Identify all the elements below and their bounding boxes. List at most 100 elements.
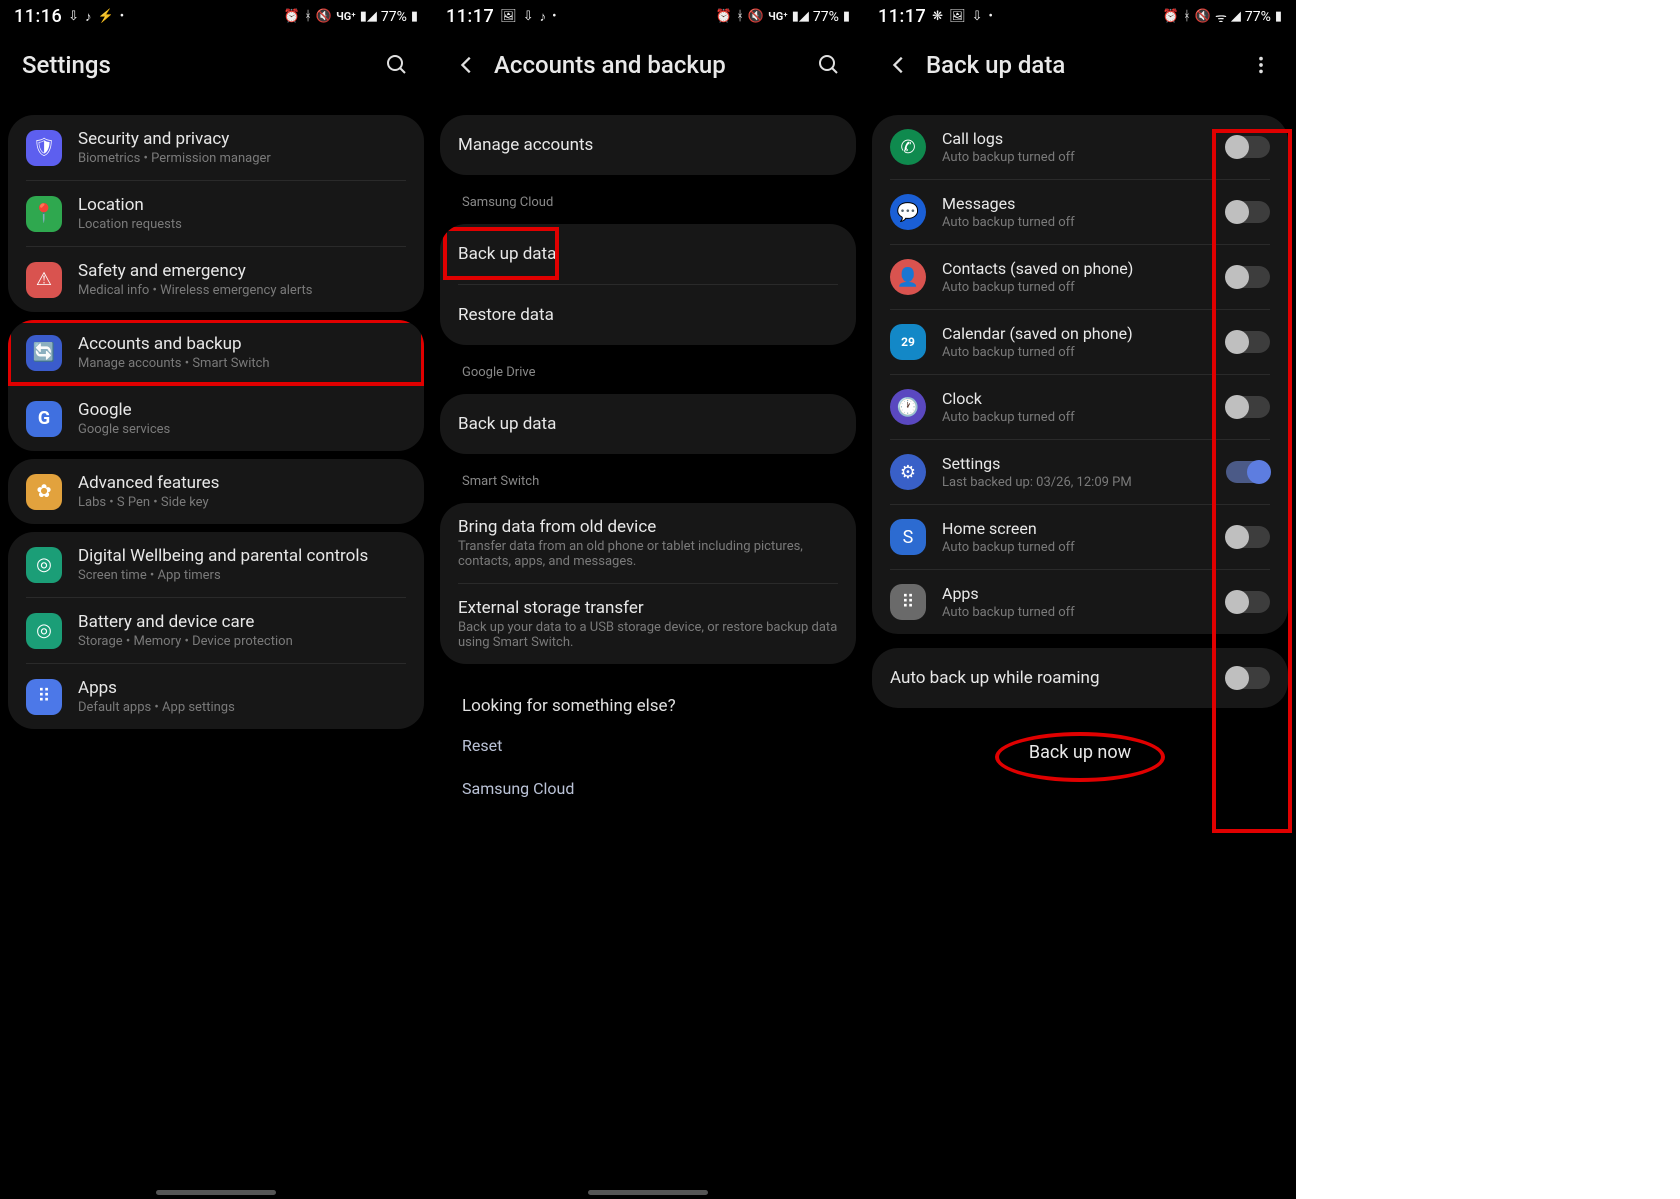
restore-data-row[interactable]: Restore data	[440, 285, 856, 345]
home-icon: S	[890, 519, 926, 555]
looking-label: Looking for something else?	[440, 672, 856, 724]
roaming-toggle[interactable]	[1226, 667, 1270, 689]
alert-icon: ⚠	[26, 262, 62, 298]
backup-item-cal[interactable]: 29Calendar (saved on phone)Auto backup t…	[872, 310, 1288, 374]
item-title: Accounts and backup	[78, 334, 406, 354]
status-bar: 11:17 ❋ 🖼 ⇩ • ⏰ ᚼ 🔇 ᯤ ◢ 77% ▮	[864, 0, 1296, 31]
gdrive-backup-label: Back up data	[458, 414, 838, 434]
item-subtitle: Storage • Memory • Device protection	[78, 634, 406, 649]
bring-data-row[interactable]: Bring data from old device Transfer data…	[440, 503, 856, 583]
backup-item-clock[interactable]: 🕐ClockAuto backup turned off	[872, 375, 1288, 439]
bluetooth-icon: ᚼ	[304, 9, 312, 24]
mute-icon: 🔇	[1195, 9, 1211, 24]
dot-icon: •	[120, 9, 124, 24]
screen-settings: 11:16 ⇩ ♪ ⚡ • ⏰ ᚼ 🔇 ЧG⁺ ▮◢ 77% ▮ Setting…	[0, 0, 432, 1199]
item-subtitle: Default apps • App settings	[78, 700, 406, 715]
roaming-row[interactable]: Auto back up while roaming	[872, 648, 1288, 708]
bluetooth-icon: ᚼ	[1183, 9, 1191, 24]
more-icon[interactable]	[1248, 52, 1274, 78]
download-icon: ⇩	[68, 9, 79, 24]
battery-icon: ▮	[843, 9, 850, 24]
toggle-msg[interactable]	[1226, 201, 1270, 223]
item-title: Digital Wellbeing and parental controls	[78, 546, 406, 566]
battery-icon: ▮	[411, 9, 418, 24]
settings-item-apps[interactable]: ⠿AppsDefault apps • App settings	[8, 664, 424, 729]
item-subtitle: Manage accounts • Smart Switch	[78, 356, 406, 371]
search-icon[interactable]	[384, 52, 410, 78]
pin-icon: 📍	[26, 196, 62, 232]
settings-item-alert[interactable]: ⚠Safety and emergencyMedical info • Wire…	[8, 247, 424, 312]
signal-icon: ▮◢	[360, 9, 377, 24]
search-icon[interactable]	[816, 52, 842, 78]
contact-icon: 👤	[890, 259, 926, 295]
apps-icon: ⠿	[26, 679, 62, 715]
backup-data-row[interactable]: Back up data	[440, 224, 856, 284]
item-subtitle: Screen time • App timers	[78, 568, 406, 583]
settings-item-battery[interactable]: ◎Battery and device careStorage • Memory…	[8, 598, 424, 663]
dot-icon: •	[989, 9, 993, 24]
wifi-icon: ᯤ	[1215, 8, 1227, 26]
toggle-home[interactable]	[1226, 526, 1270, 548]
alarm-icon: ⏰	[284, 9, 300, 24]
page-title: Back up data	[926, 51, 1234, 79]
backup-item-gearB[interactable]: ⚙SettingsLast backed up: 03/26, 12:09 PM	[872, 440, 1288, 504]
nav-bar	[0, 1191, 432, 1199]
gearB-icon: ⚙	[890, 454, 926, 490]
settings-item-google[interactable]: GGoogleGoogle services	[8, 386, 424, 451]
toggle-cal[interactable]	[1226, 331, 1270, 353]
back-icon[interactable]	[886, 52, 912, 78]
manage-accounts-label: Manage accounts	[458, 135, 838, 155]
toggle-gearB[interactable]	[1226, 461, 1270, 483]
settings-item-wellbeing[interactable]: ◎Digital Wellbeing and parental controls…	[8, 532, 424, 597]
grid-icon: ⠿	[890, 584, 926, 620]
bring-data-sub: Transfer data from an old phone or table…	[458, 539, 838, 569]
item-title: Apps	[942, 584, 1210, 603]
item-title: Battery and device care	[78, 612, 406, 632]
toggle-grid[interactable]	[1226, 591, 1270, 613]
toggle-contact[interactable]	[1226, 266, 1270, 288]
samsung-cloud-link[interactable]: Samsung Cloud	[440, 767, 856, 810]
mute-icon: 🔇	[316, 9, 332, 24]
network-icon: ЧG⁺	[768, 10, 788, 23]
status-time: 11:17	[446, 6, 494, 27]
music-icon: ♪	[540, 9, 547, 25]
backup-now-button[interactable]: Back up now	[1029, 742, 1131, 763]
item-title: Messages	[942, 194, 1210, 213]
item-title: Settings	[942, 454, 1210, 473]
toggle-call[interactable]	[1226, 136, 1270, 158]
status-time: 11:16	[14, 6, 62, 27]
backup-item-msg[interactable]: 💬MessagesAuto backup turned off	[872, 180, 1288, 244]
item-subtitle: Auto backup turned off	[942, 410, 1210, 425]
item-subtitle: Auto backup turned off	[942, 150, 1210, 165]
external-storage-row[interactable]: External storage transfer Back up your d…	[440, 584, 856, 664]
settings-item-gearY[interactable]: ✿Advanced featuresLabs • S Pen • Side ke…	[8, 459, 424, 524]
item-subtitle: Auto backup turned off	[942, 215, 1210, 230]
settings-item-shield[interactable]: 🛡Security and privacyBiometrics • Permis…	[8, 115, 424, 180]
item-title: Home screen	[942, 519, 1210, 538]
manage-accounts-row[interactable]: Manage accounts	[440, 115, 856, 175]
battery-pct: 77%	[1245, 9, 1271, 25]
item-title: Safety and emergency	[78, 261, 406, 281]
backup-item-grid[interactable]: ⠿AppsAuto backup turned off	[872, 570, 1288, 634]
fan-icon: ❋	[932, 9, 943, 24]
settings-item-sync[interactable]: 🔄Accounts and backupManage accounts • Sm…	[8, 320, 424, 385]
item-subtitle: Google services	[78, 422, 406, 437]
external-storage-sub: Back up your data to a USB storage devic…	[458, 620, 838, 650]
toggle-clock[interactable]	[1226, 396, 1270, 418]
back-icon[interactable]	[454, 52, 480, 78]
item-title: Clock	[942, 389, 1210, 408]
reset-link[interactable]: Reset	[440, 724, 856, 767]
backup-item-home[interactable]: SHome screenAuto backup turned off	[872, 505, 1288, 569]
status-bar: 11:17 🖼 ⇩ ♪ • ⏰ ᚼ 🔇 ЧG⁺ ▮◢ 77% ▮	[432, 0, 864, 31]
item-subtitle: Biometrics • Permission manager	[78, 151, 406, 166]
roaming-label: Auto back up while roaming	[890, 668, 1210, 688]
charge-icon: ⚡	[98, 9, 114, 24]
backup-item-contact[interactable]: 👤Contacts (saved on phone)Auto backup tu…	[872, 245, 1288, 309]
backup-item-call[interactable]: ✆Call logsAuto backup turned off	[872, 115, 1288, 179]
mute-icon: 🔇	[748, 9, 764, 24]
item-title: Security and privacy	[78, 129, 406, 149]
item-title: Location	[78, 195, 406, 215]
gdrive-backup-row[interactable]: Back up data	[440, 394, 856, 454]
settings-item-pin[interactable]: 📍LocationLocation requests	[8, 181, 424, 246]
item-title: Google	[78, 400, 406, 420]
